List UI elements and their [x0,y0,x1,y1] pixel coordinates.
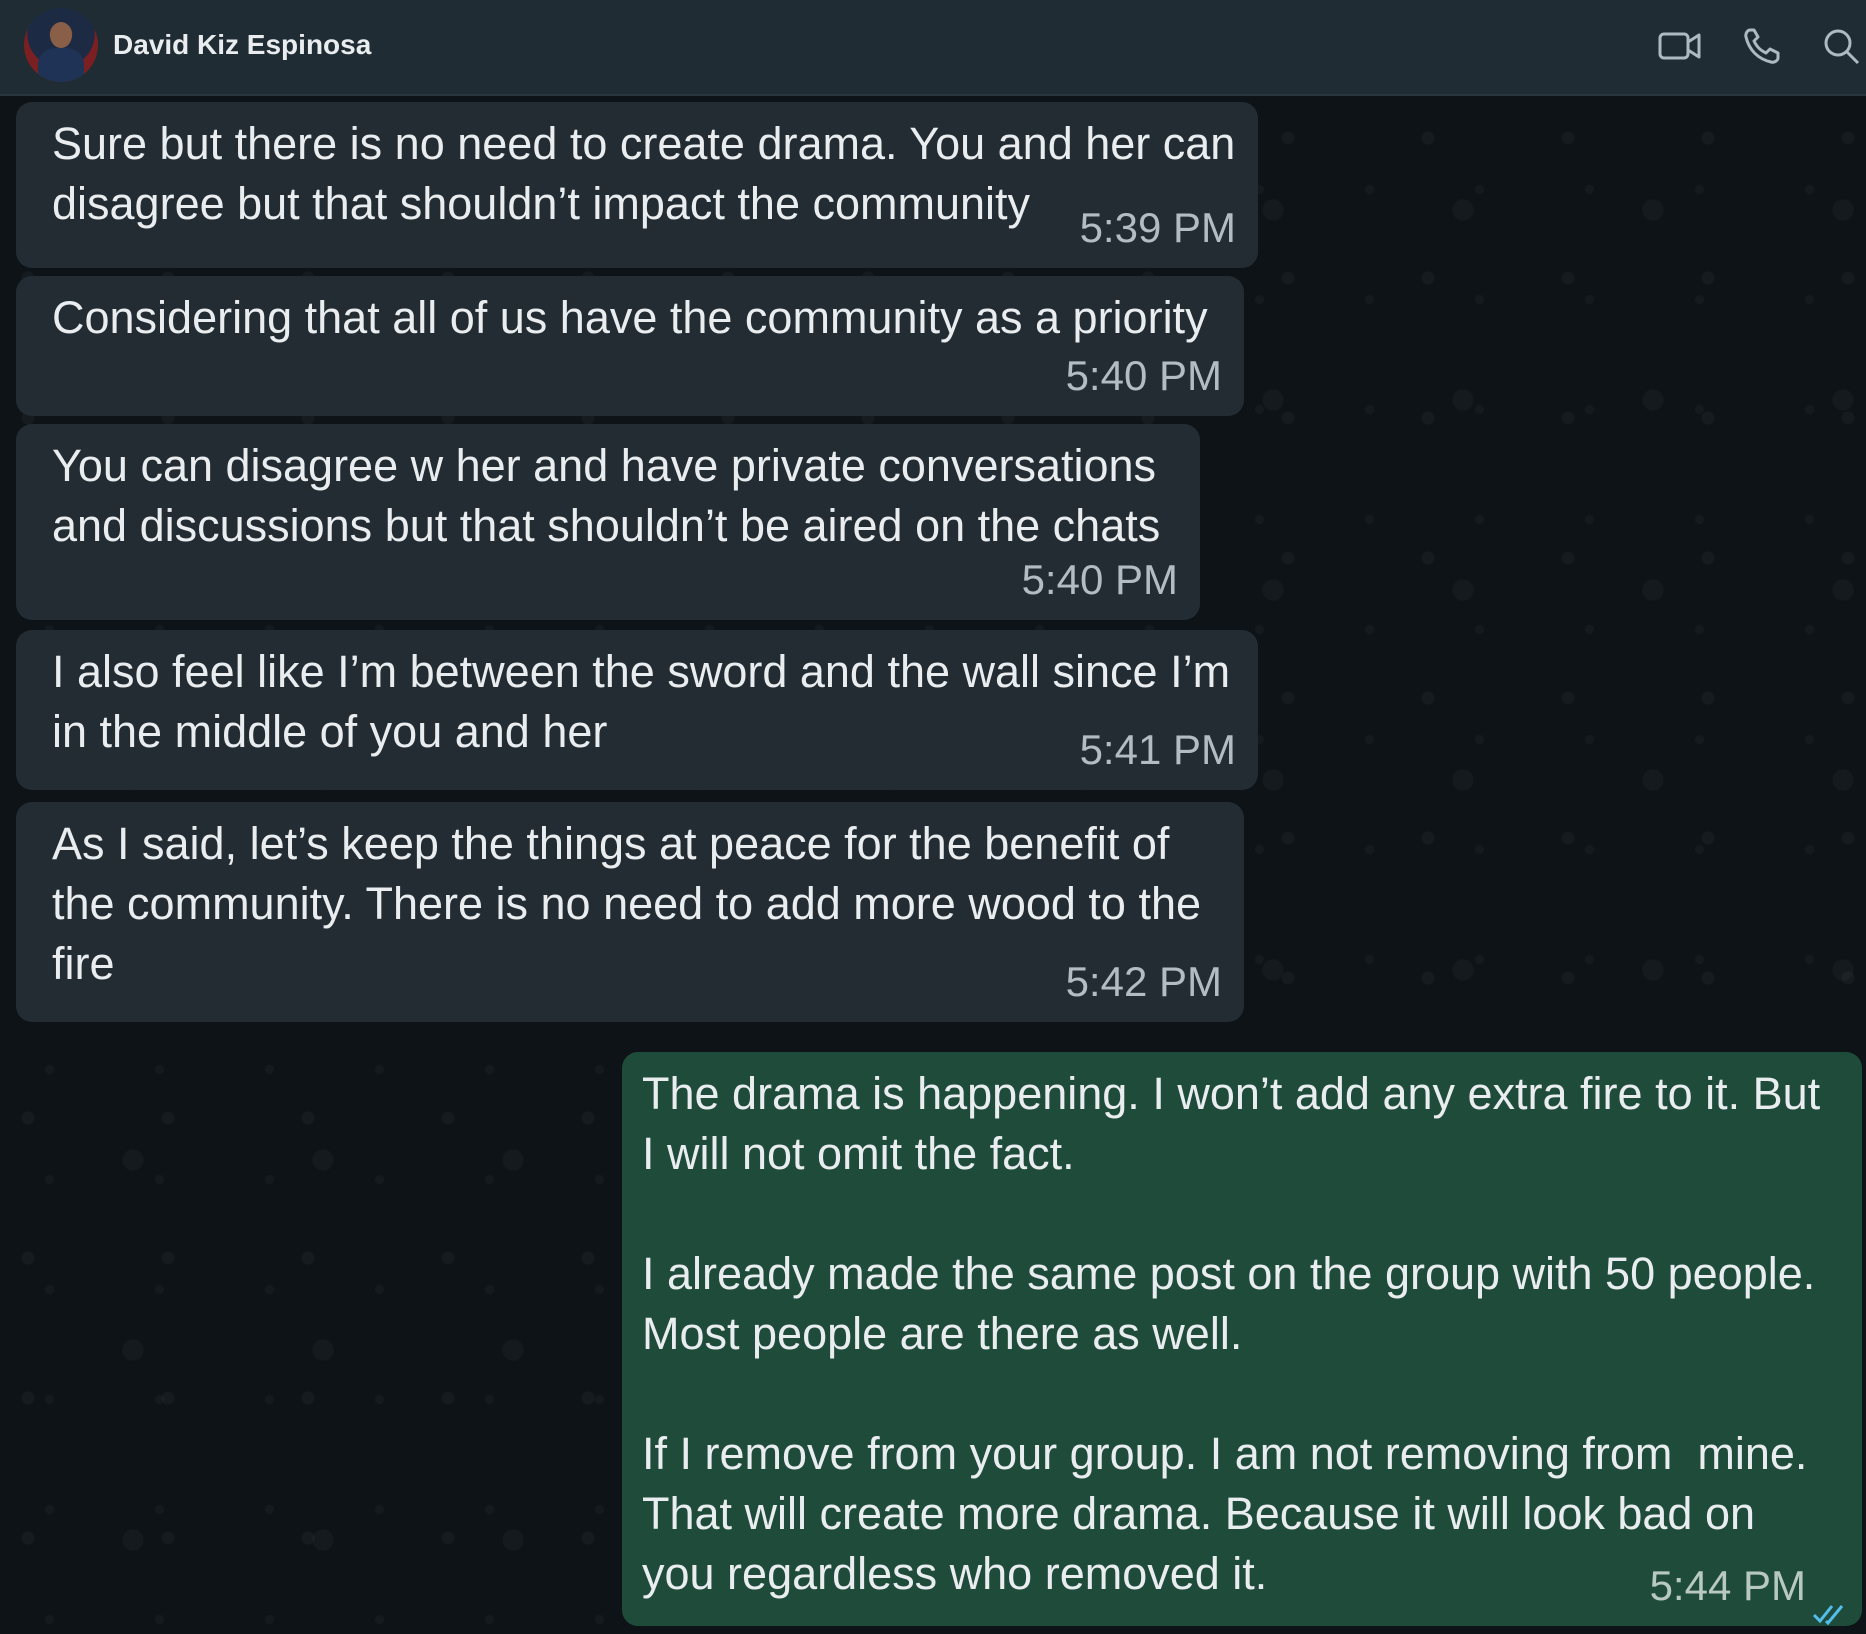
message-bubble-outgoing[interactable]: The drama is happening. I won’t add any … [622,1052,1862,1626]
avatar-face [50,22,72,48]
message-bubble-incoming[interactable]: As I said, let’s keep the things at peac… [16,802,1244,1022]
message-time: 5:41 PM [1079,726,1236,773]
message-bubble-incoming[interactable]: You can disagree w her and have private … [16,424,1200,620]
message-bubble-incoming[interactable]: I also feel like I’m between the sword a… [16,630,1258,790]
message-bubble-incoming[interactable]: Considering that all of us have the comm… [16,276,1244,416]
message-text: The drama is happening. I won’t add any … [642,1068,1821,1599]
contact-avatar[interactable] [24,8,98,82]
voice-call-icon[interactable] [1740,24,1788,68]
message-list[interactable]: Sure but there is no need to create dram… [0,96,1866,1634]
avatar-body [38,48,84,82]
search-icon[interactable] [1818,24,1866,68]
message-time: 5:40 PM [1065,352,1222,399]
message-bubble-incoming[interactable]: Sure but there is no need to create dram… [16,102,1258,268]
message-time: 5:44 PM [1649,1562,1806,1609]
contact-name[interactable]: David Kiz Espinosa [113,29,371,61]
chat-window: David Kiz Espinosa Sure but there is no … [0,0,1866,1634]
message-text: You can disagree w her and have private … [52,440,1161,551]
message-text: I also feel like I’m between the sword a… [52,646,1231,757]
message-text: Considering that all of us have the comm… [52,292,1208,343]
message-text: Sure but there is no need to create dram… [52,118,1236,229]
video-call-icon[interactable] [1656,24,1704,68]
message-time: 5:42 PM [1065,958,1222,1005]
chat-header: David Kiz Espinosa [0,0,1866,96]
message-text: As I said, let’s keep the things at peac… [52,818,1201,989]
read-receipt-icon [1812,1582,1848,1626]
message-time: 5:40 PM [1021,556,1178,603]
message-time: 5:39 PM [1079,204,1236,251]
